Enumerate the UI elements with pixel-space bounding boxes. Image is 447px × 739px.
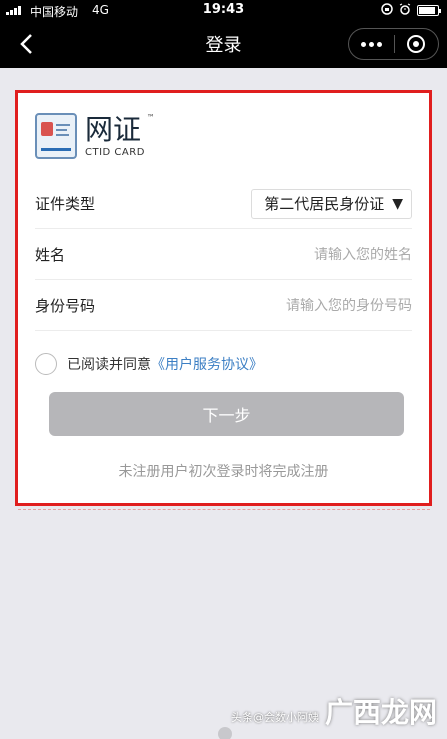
id-number-label: 身份号码 [35,297,96,315]
agreement-checkbox[interactable] [35,353,57,375]
id-type-row: 证件类型 第二代居民身份证 ▼ [35,179,412,229]
status-time: 19:43 [202,2,245,17]
triangle-down-icon: ▼ [392,195,403,212]
battery-icon [417,5,441,16]
id-type-label: 证件类型 [35,195,96,213]
agreement-row: 已阅读并同意 《用户服务协议》 [35,349,263,379]
nav-bar: 登录 [0,20,447,68]
mini-program-capsule [348,28,439,60]
user-agreement-link[interactable]: 《用户服务协议》 [151,354,263,374]
registration-hint: 未注册用户初次登录时将完成注册 [118,464,329,480]
close-mini-program-button[interactable] [394,29,438,59]
id-card-icon [35,113,77,159]
brand-logo: 网证 ™ CTID CARD [35,111,155,161]
watermark-logo: 广西龙网 [324,696,437,729]
target-icon [407,35,426,53]
status-bar: 中国移动 4G 19:43 [0,0,447,20]
id-number-row: 身份号码 [35,281,412,331]
lock-rotation-icon [381,3,393,18]
home-indicator-icon [218,727,232,739]
name-label: 姓名 [35,246,66,264]
id-type-select[interactable]: 第二代居民身份证 ▼ [251,188,412,219]
login-card: 网证 ™ CTID CARD 证件类型 第二代居民身份证 ▼ 姓名 身份号码 已… [15,90,432,506]
more-dots-icon [360,41,366,47]
next-button[interactable]: 下一步 [49,392,404,436]
more-button[interactable] [349,29,394,59]
id-number-input[interactable] [192,297,412,314]
status-icons [381,3,441,18]
brand-subtitle: CTID CARD [85,146,145,158]
alarm-icon [399,3,411,18]
name-row: 姓名 [35,230,412,280]
id-type-value: 第二代居民身份证 [264,195,385,213]
agreement-text: 已阅读并同意 [67,357,151,373]
watermark-author: 头条@会数小阿姨 [230,711,319,724]
brand-name: 网证 [85,112,142,146]
watermark: 头条@会数小阿姨 广西龙网 [231,691,437,731]
dashed-divider [18,509,430,510]
trademark-symbol: ™ [146,112,155,122]
name-input[interactable] [192,246,412,263]
